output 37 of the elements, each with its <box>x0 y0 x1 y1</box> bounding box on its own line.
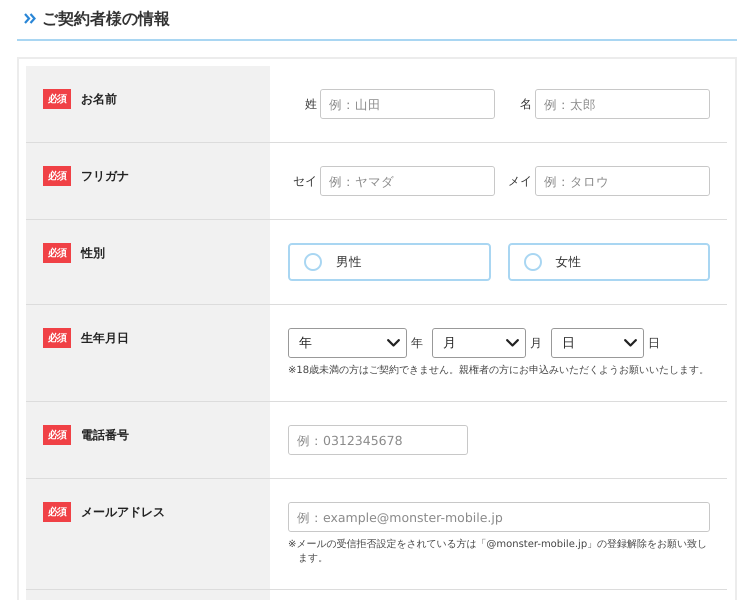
dropdown-select[interactable]: 年 <box>288 328 407 358</box>
field-label: 性別 <box>81 245 105 262</box>
chevron-down-icon <box>506 339 519 347</box>
field-label: フリガナ <box>81 168 129 185</box>
text-input[interactable]: 例：0312345678 <box>288 425 468 455</box>
field-note: ※18歳未満の方はご契約できません。親権者の方にお申込みいただくようお願いいたします。 <box>288 364 710 378</box>
field-prefix: 名 <box>519 96 532 112</box>
required-badge: 必須 <box>43 502 71 522</box>
text-input[interactable]: 例：タロウ <box>535 166 710 196</box>
text-input[interactable]: 例：太郎 <box>535 89 710 119</box>
unit-label: 日 <box>648 334 660 352</box>
chevron-down-icon <box>624 339 637 347</box>
field-note: ※メールの受信拒否設定をされている方は「@monster-mobile.jp」の登録解除をお願い致します。 <box>288 538 708 566</box>
unit-label: 年 <box>411 334 423 352</box>
field-label: 電話番号 <box>81 427 129 444</box>
field-label: メールアドレス <box>81 504 165 521</box>
text-input[interactable]: 例：ヤマダ <box>320 166 495 196</box>
double-chevron-icon <box>24 13 36 24</box>
field-prefix: セイ <box>292 172 317 190</box>
required-badge: 必須 <box>43 89 71 109</box>
required-badge: 必須 <box>43 243 71 263</box>
chevron-down-icon <box>387 339 400 347</box>
text-input[interactable]: 例：山田 <box>320 89 495 119</box>
radio-option[interactable]: 女性 <box>508 243 710 281</box>
radio-option[interactable]: 男性 <box>288 243 490 281</box>
field-prefix: メイ <box>507 172 532 190</box>
field-label: お名前 <box>81 91 117 108</box>
unit-label: 月 <box>530 334 542 352</box>
dropdown-select[interactable]: 月 <box>432 328 526 358</box>
section-title: ご契約者様の情報 <box>42 8 170 28</box>
required-badge: 必須 <box>43 328 71 348</box>
text-input[interactable]: 例：example@monster-mobile.jp <box>288 502 710 532</box>
field-label: 生年月日 <box>81 330 129 347</box>
field-prefix: 姓 <box>304 96 317 112</box>
dropdown-select[interactable]: 日 <box>551 328 644 358</box>
required-badge: 必須 <box>43 425 71 445</box>
required-badge: 必須 <box>43 166 71 186</box>
